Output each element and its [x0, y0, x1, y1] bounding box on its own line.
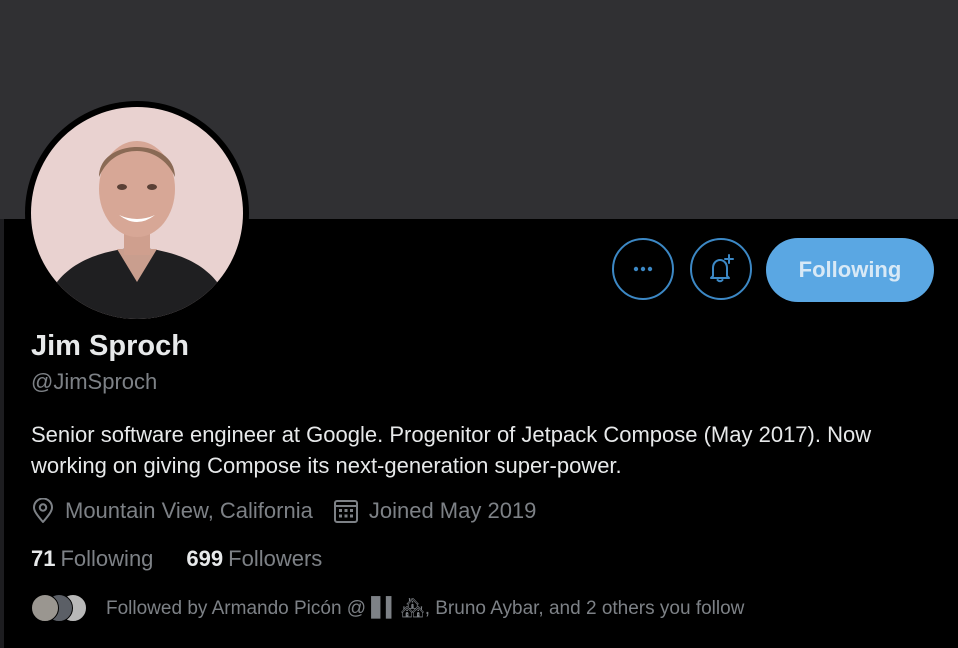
profile-bio: Senior software engineer at Google. Prog…	[31, 422, 872, 478]
following-count: 71	[31, 546, 56, 571]
profile-name: Jim Sproch	[31, 330, 189, 362]
notifications-button[interactable]	[690, 238, 752, 300]
following-label: Following	[60, 546, 154, 571]
joined-text: Joined May 2019	[368, 498, 537, 523]
followers-label: Followers	[228, 546, 323, 571]
location-text: Mountain View, California	[65, 498, 313, 523]
follower-avatar	[31, 594, 59, 622]
followers-count-link[interactable]: 699 Followers	[186, 546, 322, 572]
following-button[interactable]: Following	[766, 238, 934, 302]
followed-by-avatars	[31, 594, 93, 622]
more-horizontal-icon	[633, 266, 653, 272]
calendar-icon	[333, 500, 358, 523]
profile-actions: Following	[0, 238, 958, 302]
followers-count: 699	[186, 546, 224, 571]
following-count-link[interactable]: 71 Following	[31, 546, 153, 572]
profile-page: Following Jim Sproch @JimSproch Senior s…	[0, 0, 958, 648]
joined-item: Joined May 2019	[333, 498, 537, 524]
profile-handle: @JimSproch	[31, 369, 158, 394]
followed-by-text: Followed by Armando Picón @ ▋▍🏘, Bruno A…	[106, 598, 745, 619]
location-item: Mountain View, California	[31, 498, 313, 524]
bell-plus-icon	[710, 254, 734, 283]
location-pin-icon	[33, 498, 53, 523]
profile-meta: Mountain View, California Joined May 201…	[31, 496, 536, 526]
followed-by-row[interactable]: Followed by Armando Picón @ ▋▍🏘, Bruno A…	[31, 594, 744, 622]
more-options-button[interactable]	[612, 238, 674, 300]
profile-stats: 71 Following 699 Followers	[31, 546, 322, 572]
